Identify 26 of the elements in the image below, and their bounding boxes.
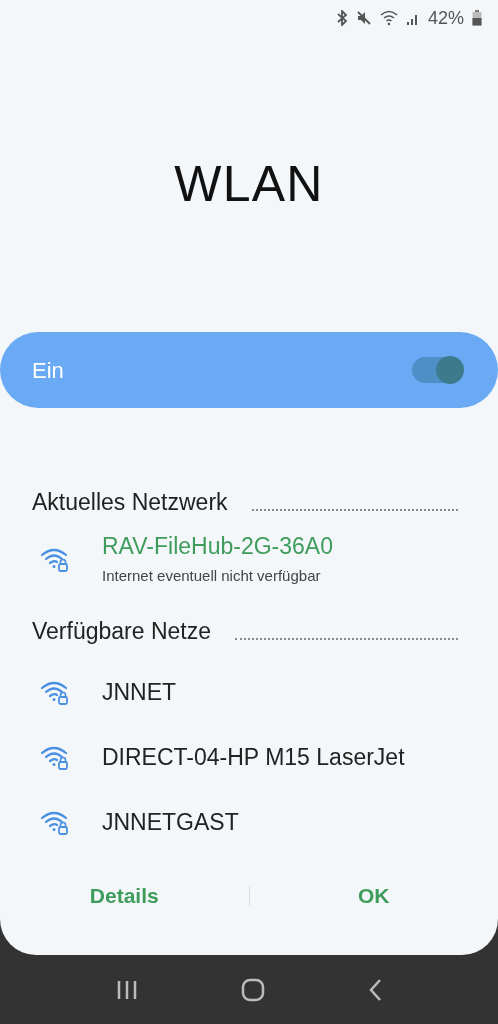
wifi-lock-icon — [40, 809, 70, 836]
wifi-lock-icon — [40, 546, 70, 573]
section-header: Verfügbare Netze — [32, 616, 211, 646]
section-header: Aktuelles Netzwerk — [32, 487, 228, 517]
bluetooth-icon — [335, 10, 348, 26]
page-title: WLAN — [174, 154, 324, 214]
network-item[interactable]: RAV-FileHub-2G-36A0 Internet eventuell nicht verfügbar — [0, 527, 498, 592]
wifi-lock-icon — [40, 679, 70, 706]
switch-label: Ein — [32, 356, 64, 385]
toggle-switch[interactable] — [412, 357, 462, 383]
recent-apps-icon[interactable] — [115, 978, 138, 1001]
network-name: JNNETGAST — [102, 808, 239, 837]
back-icon[interactable] — [368, 977, 383, 1002]
network-name: RAV-FileHub-2G-36A0 — [102, 531, 333, 561]
muted-speaker-icon — [355, 10, 372, 26]
network-item[interactable]: JNNETGAST — [0, 790, 498, 855]
network-item[interactable]: DIRECT-04-HP M15 LaserJet — [0, 725, 498, 790]
network-item[interactable]: JNNET — [0, 660, 498, 725]
network-name: JNNET — [102, 678, 177, 707]
network-status: Internet eventuell nicht verfügbar — [102, 565, 322, 586]
wifi-icon — [379, 10, 398, 26]
battery-icon — [472, 10, 482, 26]
battery-percentage: 42% — [427, 6, 464, 30]
wifi-lock-icon — [40, 744, 70, 771]
network-name: DIRECT-04-HP M15 LaserJet — [102, 743, 405, 772]
home-icon[interactable] — [241, 977, 265, 1002]
